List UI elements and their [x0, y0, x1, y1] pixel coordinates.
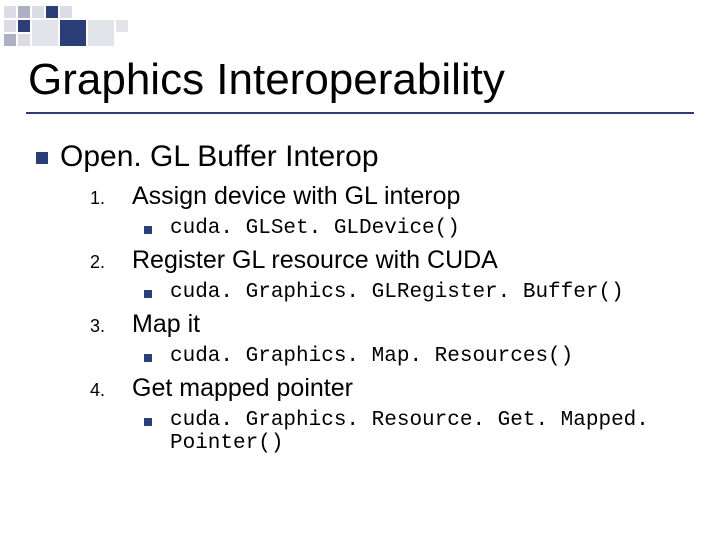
slide-title: Graphics Interoperability	[28, 55, 505, 105]
code-text: cuda. Graphics. Resource. Get. Mapped. P…	[170, 409, 696, 455]
numbered-list: 1. Assign device with GL interop cuda. G…	[84, 182, 696, 455]
section-heading: Open. GL Buffer Interop	[60, 140, 379, 174]
code-text: cuda. Graphics. Map. Resources()	[170, 345, 573, 368]
step-number: 1.	[84, 188, 132, 209]
slide: Graphics Interoperability Open. GL Buffe…	[0, 0, 720, 540]
square-bullet-icon	[144, 418, 152, 426]
step-number: 2.	[84, 252, 132, 273]
slide-body: Open. GL Buffer Interop 1. Assign device…	[36, 140, 696, 461]
square-bullet-icon	[144, 354, 152, 362]
list-item: 4. Get mapped pointer cuda. Graphics. Re…	[84, 374, 696, 455]
list-item: 2. Register GL resource with CUDA cuda. …	[84, 246, 696, 304]
code-text: cuda. Graphics. GLRegister. Buffer()	[170, 281, 624, 304]
square-bullet-icon	[144, 290, 152, 298]
square-bullet-icon	[144, 226, 152, 234]
step-label: Assign device with GL interop	[132, 182, 460, 211]
list-item: 3. Map it cuda. Graphics. Map. Resources…	[84, 310, 696, 368]
step-number: 4.	[84, 380, 132, 401]
heading-row: Open. GL Buffer Interop	[36, 140, 696, 174]
step-label: Get mapped pointer	[132, 374, 353, 403]
step-label: Register GL resource with CUDA	[132, 246, 498, 275]
code-text: cuda. GLSet. GLDevice()	[170, 217, 460, 240]
square-bullet-icon	[36, 152, 48, 164]
title-underline	[26, 112, 694, 114]
corner-decoration	[4, 6, 136, 42]
list-item: 1. Assign device with GL interop cuda. G…	[84, 182, 696, 240]
step-label: Map it	[132, 310, 200, 339]
step-number: 3.	[84, 316, 132, 337]
